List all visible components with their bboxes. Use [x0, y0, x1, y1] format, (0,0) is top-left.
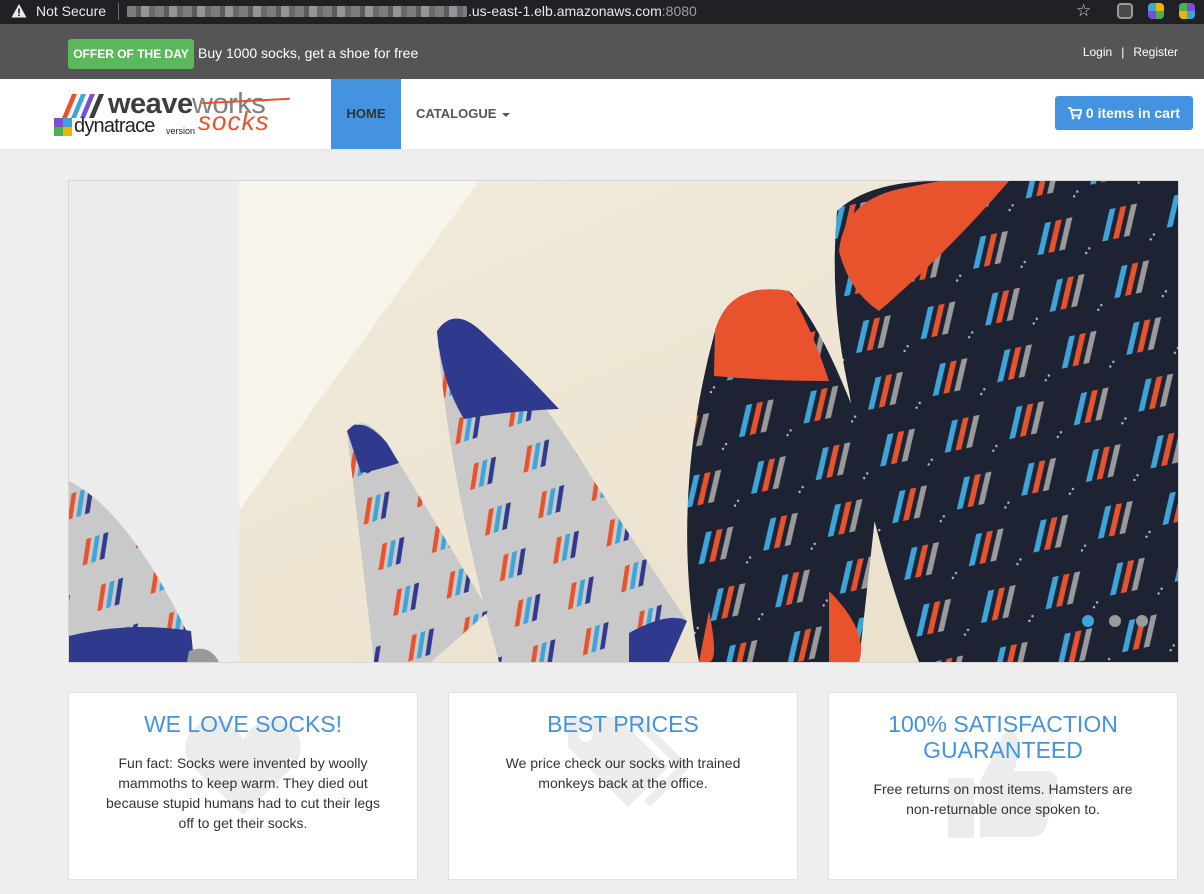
url-host-suffix: .us-east-1.elb.amazonaws.com — [468, 3, 662, 19]
dynatrace-mark-icon — [54, 118, 72, 136]
url-divider — [118, 3, 119, 20]
cart-button[interactable]: 0 items in cart — [1055, 96, 1193, 130]
feature-body: Free returns on most items. Hamsters are… — [873, 781, 1133, 817]
shopping-cart-icon — [1067, 107, 1083, 120]
feature-title: WE LOVE SOCKS! — [143, 711, 343, 737]
redacted-hostname — [127, 6, 467, 17]
feature-body: Fun fact: Socks were invented by woolly … — [106, 755, 380, 831]
cart-label: 0 items in cart — [1085, 105, 1181, 121]
carousel-dot[interactable] — [1082, 615, 1094, 627]
url-host[interactable]: .us-east-1.elb.amazonaws.com:8080 — [468, 3, 697, 19]
offer-text: Buy 1000 socks, get a shoe for free — [198, 45, 419, 61]
security-label[interactable]: Not Secure — [36, 3, 106, 19]
feature-body: We price check our socks with trained mo… — [505, 755, 741, 791]
carousel-dot[interactable] — [1136, 615, 1148, 627]
offer-of-the-day-button[interactable]: OFFER OF THE DAY — [68, 39, 194, 69]
extension-icon[interactable] — [1117, 3, 1133, 19]
logo-edition: version — [166, 126, 196, 136]
feature-box-best-prices: BEST PRICES We price check our socks wit… — [448, 692, 798, 880]
hero-carousel[interactable] — [68, 180, 1179, 663]
login-link[interactable]: Login — [1083, 45, 1112, 59]
site-logo[interactable]: weave works dynatrace version socks — [52, 88, 292, 140]
url-port: :8080 — [661, 3, 697, 19]
bookmark-star-icon[interactable]: ☆ — [1076, 1, 1091, 21]
warning-icon — [11, 4, 27, 18]
extension-icon[interactable] — [1148, 3, 1164, 19]
main-navbar: weave works dynatrace version socks HOME… — [0, 79, 1204, 150]
logo-product: socks — [198, 106, 270, 136]
register-link[interactable]: Register — [1133, 45, 1178, 59]
logo-partner: dynatrace — [74, 115, 155, 137]
nav-home[interactable]: HOME — [331, 79, 401, 149]
offer-bar: OFFER OF THE DAY Buy 1000 socks, get a s… — [0, 24, 1204, 79]
hero-image — [69, 181, 1178, 662]
carousel-dot[interactable] — [1109, 615, 1121, 627]
feature-title: 100% SATISFACTION GUARANTEED — [888, 711, 1118, 763]
auth-links: Login | Register — [1083, 45, 1178, 59]
caret-down-icon — [502, 112, 511, 117]
feature-title: BEST PRICES — [547, 711, 699, 737]
browser-url-bar[interactable]: Not Secure .us-east-1.elb.amazonaws.com:… — [0, 0, 1204, 24]
nav-catalogue-label: CATALOGUE — [416, 106, 497, 121]
extension-icon[interactable] — [1179, 3, 1195, 19]
carousel-indicators — [1067, 614, 1148, 632]
nav-catalogue[interactable]: CATALOGUE — [416, 79, 511, 149]
feature-box-satisfaction: 100% SATISFACTION GUARANTEED Free return… — [828, 692, 1178, 880]
auth-separator: | — [1121, 45, 1125, 59]
feature-box-we-love-socks: WE LOVE SOCKS! Fun fact: Socks were inve… — [68, 692, 418, 880]
